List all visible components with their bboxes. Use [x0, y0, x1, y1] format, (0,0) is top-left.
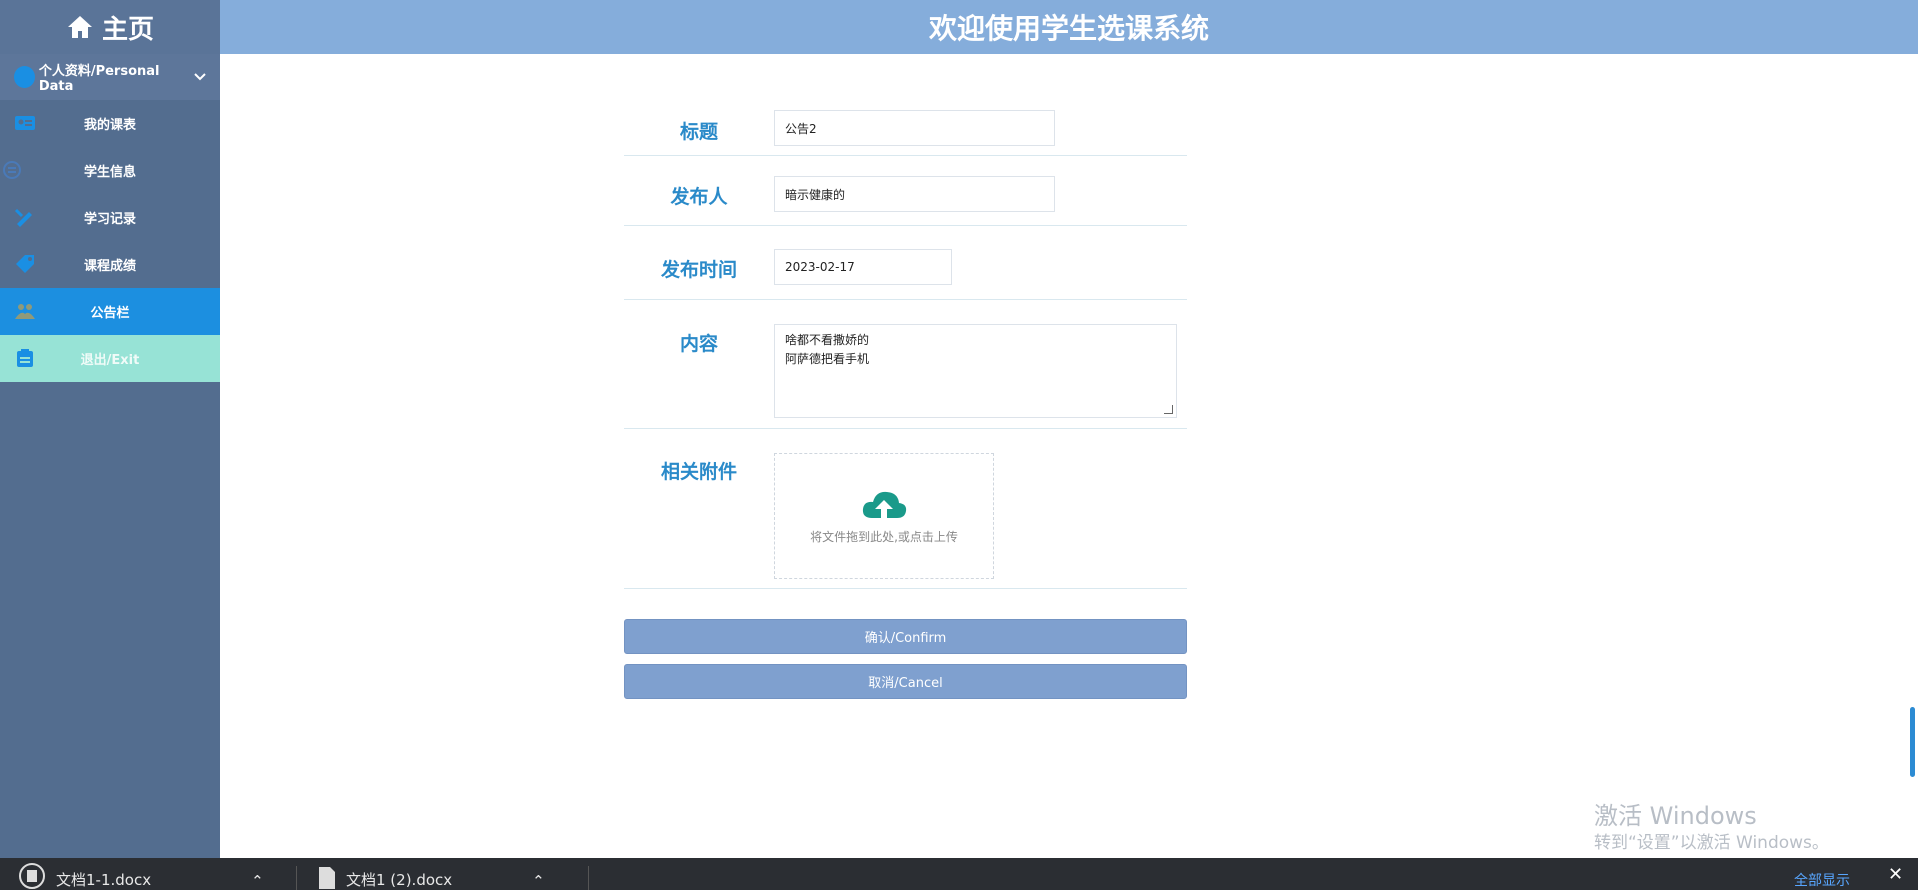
info-icon: [3, 161, 21, 179]
upload-hint: 将文件拖到此处,或点击上传: [810, 529, 958, 544]
home-icon: [67, 16, 92, 38]
sidebar-item-bulletin[interactable]: 公告栏: [0, 288, 220, 335]
chevron-down-icon: [194, 69, 206, 85]
page-title: 欢迎使用学生选课系统: [928, 12, 1209, 45]
sidebar-item-label: 学生信息: [83, 165, 136, 180]
content-line: 啥都不看撒娇的: [785, 333, 870, 347]
divider: [588, 866, 589, 890]
activation-watermark-subtitle: 转到“设置”以激活 Windows。: [1594, 833, 1829, 853]
content-label: 内容: [679, 333, 718, 355]
chevron-up-icon[interactable]: ⌃: [532, 872, 545, 890]
download-item-2[interactable]: 文档1 (2).docx ⌃: [318, 862, 545, 890]
document-icon: [319, 867, 335, 889]
form-row-date: 发布时间 2023-02-17: [624, 226, 1187, 300]
sidebar-item-my-schedule[interactable]: 我的课表: [0, 100, 220, 147]
form-row-attachment: 相关附件 将文件拖到此处,或点击上传: [624, 429, 1187, 589]
header-bar: 欢迎使用学生选课系统: [220, 0, 1918, 54]
content-textarea[interactable]: 啥都不看撒娇的 阿萨德把看手机: [774, 324, 1177, 418]
show-all-link[interactable]: 全部显示: [1794, 870, 1850, 890]
sidebar-section-personal-data[interactable]: 个人资料/Personal Data: [0, 54, 220, 100]
content-line: 阿萨德把看手机: [785, 352, 870, 366]
cancel-button[interactable]: 取消/Cancel: [624, 664, 1187, 699]
pencil-ruler-icon: [14, 208, 32, 227]
sidebar-item-student-info[interactable]: 学生信息: [0, 147, 220, 194]
title-input[interactable]: 公告2: [774, 110, 1055, 146]
bulletin-form: 标题 公告2 发布人 暗示健康的 发布时间 2023-02-17 内容 啥都不看…: [624, 95, 1187, 699]
close-icon[interactable]: ✕: [1888, 864, 1903, 885]
date-input[interactable]: 2023-02-17: [774, 249, 952, 285]
clipboard-icon: [17, 349, 33, 367]
id-card-icon: [15, 116, 35, 130]
date-label: 发布时间: [660, 259, 737, 281]
home-link[interactable]: 主页: [0, 0, 220, 54]
publisher-input[interactable]: 暗示健康的: [774, 176, 1055, 212]
sidebar-section-label: 个人资料/Personal Data: [38, 64, 160, 94]
user-icon: [14, 66, 35, 88]
tag-icon: [16, 255, 34, 273]
group-icon: [15, 304, 35, 319]
home-label: 主页: [101, 14, 154, 45]
sidebar: 个人资料/Personal Data 我的课表 学生信息 学习记录 课程成绩 公…: [0, 54, 220, 858]
sidebar-item-exit[interactable]: 退出/Exit: [0, 335, 220, 382]
attachment-label: 相关附件: [660, 461, 737, 483]
confirm-button[interactable]: 确认/Confirm: [624, 619, 1187, 654]
form-row-title: 标题 公告2: [624, 95, 1187, 156]
download-item-name: 文档1-1.docx: [56, 871, 152, 889]
upload-dropzone[interactable]: 将文件拖到此处,或点击上传: [774, 453, 994, 579]
download-bar: 文档1-1.docx ⌃ 文档1 (2).docx ⌃ 全部显示 ✕: [0, 858, 1918, 890]
title-label: 标题: [679, 121, 718, 143]
download-item-name: 文档1 (2).docx: [346, 871, 453, 889]
cloud-upload-icon: [862, 491, 907, 518]
download-item-1[interactable]: 文档1-1.docx ⌃: [18, 862, 264, 890]
sidebar-item-study-record[interactable]: 学习记录: [0, 194, 220, 241]
form-row-content: 内容 啥都不看撒娇的 阿萨德把看手机: [624, 300, 1187, 429]
publisher-label: 发布人: [670, 186, 728, 208]
sidebar-item-course-grades[interactable]: 课程成绩: [0, 241, 220, 288]
resize-handle-icon[interactable]: [1164, 405, 1173, 414]
chevron-up-icon[interactable]: ⌃: [251, 872, 264, 890]
scroll-indicator[interactable]: [1910, 707, 1915, 777]
form-row-publisher: 发布人 暗示健康的: [624, 156, 1187, 226]
activation-watermark-title: 激活 Windows: [1594, 802, 1757, 830]
document-icon: [19, 863, 45, 889]
divider: [296, 866, 297, 890]
